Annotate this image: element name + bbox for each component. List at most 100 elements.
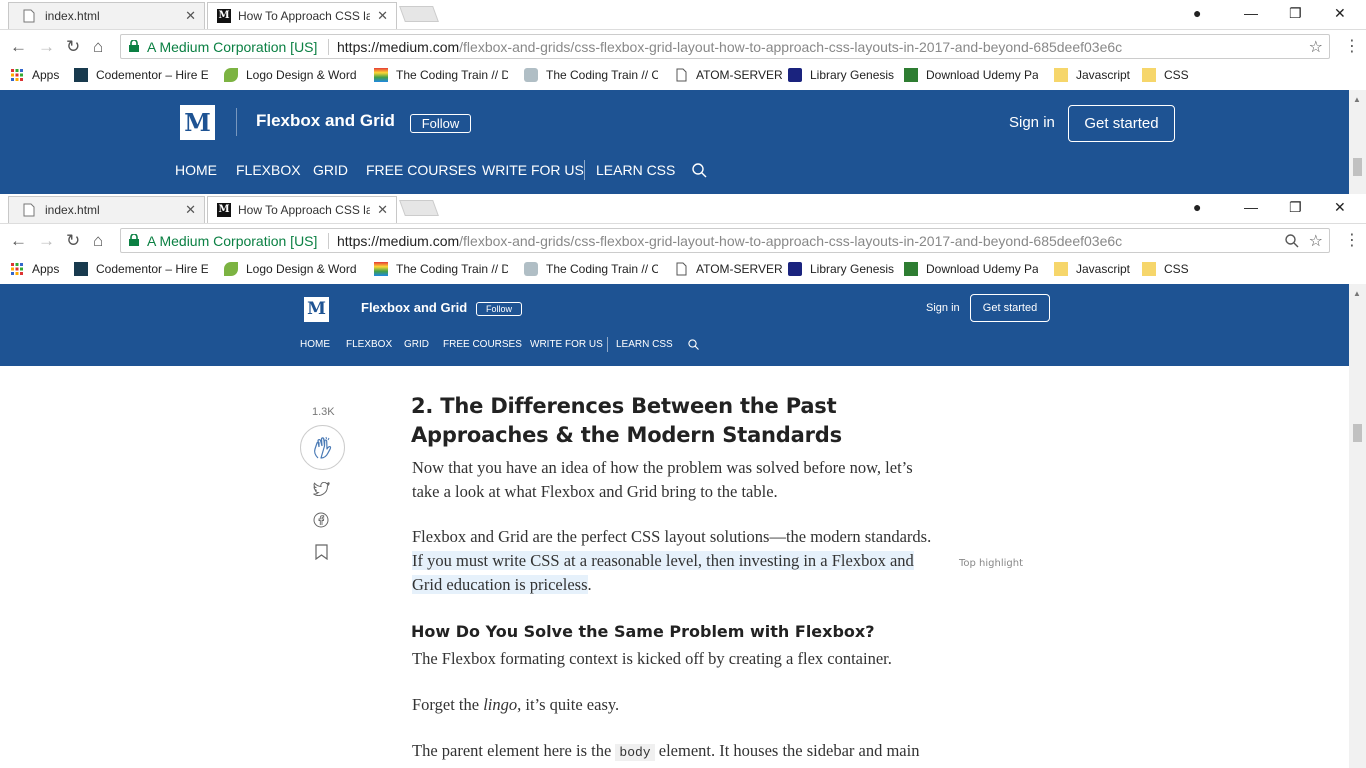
bookmark-logo-design[interactable]: Logo Design & Word — [224, 262, 358, 276]
bookmark-star-icon[interactable]: ☆ — [1309, 37, 1323, 57]
zoom-icon[interactable] — [1285, 234, 1299, 248]
scroll-up-arrow-icon[interactable]: ▲ — [1353, 95, 1361, 104]
bookmark-coding-train-c[interactable]: The Coding Train // C — [524, 262, 658, 276]
nav-grid[interactable]: GRID — [313, 162, 348, 178]
tab-strip: index.html ✕ M How To Approach CSS la ✕ … — [0, 0, 1366, 30]
bookmark-library-genesis[interactable]: Library Genesis — [788, 262, 894, 276]
publication-name[interactable]: Flexbox and Grid — [256, 111, 395, 131]
clap-button[interactable] — [300, 425, 345, 470]
follow-button[interactable]: Follow — [476, 302, 522, 316]
profile-icon[interactable]: ● — [1193, 199, 1201, 215]
search-icon[interactable] — [688, 339, 699, 350]
tab-strip: index.html ✕ M How To Approach CSS la ✕ … — [0, 194, 1366, 224]
close-tab-icon[interactable]: ✕ — [185, 202, 196, 218]
nav-write-for-us[interactable]: WRITE FOR US — [530, 339, 603, 350]
nav-flexbox[interactable]: FLEXBOX — [346, 339, 392, 350]
bookmark-udemy[interactable]: Download Udemy Pa — [904, 68, 1038, 82]
bookmark-icon[interactable] — [315, 544, 328, 560]
facebook-icon[interactable] — [313, 512, 329, 528]
tab-index-html[interactable]: index.html ✕ — [8, 196, 205, 223]
minimize-button[interactable]: — — [1244, 5, 1258, 21]
home-icon[interactable]: ⌂ — [93, 231, 103, 251]
bookmark-coding-train-d[interactable]: The Coding Train // D — [374, 262, 508, 276]
nav-home[interactable]: HOME — [175, 162, 217, 178]
medium-logo-icon[interactable]: M — [304, 297, 329, 322]
get-started-button[interactable]: Get started — [1068, 105, 1175, 142]
bookmark-codementor[interactable]: Codementor – Hire E — [74, 262, 208, 276]
back-arrow-icon[interactable]: ← — [10, 37, 27, 57]
bookmark-udemy[interactable]: Download Udemy Pa — [904, 262, 1038, 276]
tab-title: index.html — [45, 9, 100, 23]
address-bar[interactable]: A Medium Corporation [US] https://medium… — [120, 228, 1330, 253]
bookmark-folder-javascript[interactable]: Javascript — [1054, 68, 1130, 82]
reload-icon[interactable]: ↻ — [66, 37, 80, 57]
address-bar[interactable]: A Medium Corporation [US] https://medium… — [120, 34, 1330, 59]
scroll-up-arrow-icon[interactable]: ▲ — [1353, 289, 1361, 298]
close-window-button[interactable]: ✕ — [1334, 199, 1346, 216]
bookmark-atom-server[interactable]: ATOM-SERVER — [674, 68, 783, 82]
bookmark-folder-css[interactable]: CSS — [1142, 68, 1189, 82]
bookmark-logo-design[interactable]: Logo Design & Word — [224, 68, 358, 82]
bookmark-apps[interactable]: Apps — [10, 68, 59, 82]
home-icon[interactable]: ⌂ — [93, 37, 103, 57]
bookmark-atom-server[interactable]: ATOM-SERVER — [674, 262, 783, 276]
nav-learn-css[interactable]: LEARN CSS — [596, 162, 675, 178]
tab-medium-article[interactable]: M How To Approach CSS la ✕ — [207, 196, 397, 224]
nav-home[interactable]: HOME — [300, 339, 330, 350]
bookmark-coding-train-c[interactable]: The Coding Train // C — [524, 68, 658, 82]
tab-index-html[interactable]: index.html ✕ — [8, 2, 205, 29]
medium-logo-icon[interactable]: M — [180, 105, 215, 140]
bookmark-folder-css[interactable]: CSS — [1142, 262, 1189, 276]
twitter-icon[interactable] — [313, 482, 330, 496]
reload-icon[interactable]: ↻ — [66, 231, 80, 251]
sign-in-link[interactable]: Sign in — [1009, 114, 1055, 131]
lock-icon — [129, 234, 139, 246]
publication-name[interactable]: Flexbox and Grid — [361, 300, 467, 315]
bookmark-star-icon[interactable]: ☆ — [1309, 231, 1323, 251]
chrome-menu-icon[interactable]: ⋮ — [1344, 36, 1360, 56]
bookmark-library-genesis[interactable]: Library Genesis — [788, 68, 894, 82]
bookmarks-bar: Apps Codementor – Hire E Logo Design & W… — [0, 62, 1366, 90]
close-window-button[interactable]: ✕ — [1334, 5, 1346, 22]
chrome-menu-icon[interactable]: ⋮ — [1344, 230, 1360, 250]
bookmark-coding-train-d[interactable]: The Coding Train // D — [374, 68, 508, 82]
nav-free-courses[interactable]: FREE COURSES — [443, 339, 522, 350]
profile-icon[interactable]: ● — [1193, 5, 1201, 21]
back-arrow-icon[interactable]: ← — [10, 231, 27, 251]
scrollbar-thumb[interactable] — [1353, 424, 1362, 442]
bookmark-folder-javascript[interactable]: Javascript — [1054, 262, 1130, 276]
new-tab-button[interactable] — [399, 200, 439, 216]
scrollbar-thumb[interactable] — [1353, 158, 1362, 176]
codementor-icon — [74, 262, 88, 276]
get-started-button[interactable]: Get started — [970, 294, 1050, 322]
bookmark-apps[interactable]: Apps — [10, 262, 59, 276]
close-tab-icon[interactable]: ✕ — [377, 202, 388, 218]
folder-icon — [1054, 68, 1068, 82]
nav-flexbox[interactable]: FLEXBOX — [236, 162, 301, 178]
nav-free-courses[interactable]: FREE COURSES — [366, 162, 476, 178]
close-tab-icon[interactable]: ✕ — [185, 8, 196, 24]
minimize-button[interactable]: — — [1244, 199, 1258, 215]
sign-in-link[interactable]: Sign in — [926, 302, 960, 314]
paragraph: Forget the lingo, it’s quite easy. — [412, 695, 620, 714]
train-icon — [524, 68, 538, 82]
nav-write-for-us[interactable]: WRITE FOR US — [482, 162, 584, 178]
bookmark-codementor[interactable]: Codementor – Hire E — [74, 68, 208, 82]
restore-button[interactable]: ❐ — [1289, 199, 1302, 216]
follow-button[interactable]: Follow — [410, 114, 471, 133]
apps-grid-icon — [11, 263, 23, 275]
forward-arrow-icon[interactable]: → — [38, 37, 55, 57]
nav-grid[interactable]: GRID — [404, 339, 429, 350]
search-icon[interactable] — [692, 163, 707, 178]
page-scrollbar[interactable]: ▲ — [1349, 90, 1366, 194]
page-scrollbar[interactable]: ▲ — [1349, 284, 1366, 768]
nav-learn-css[interactable]: LEARN CSS — [616, 339, 673, 350]
divider — [328, 39, 329, 55]
close-tab-icon[interactable]: ✕ — [377, 8, 388, 24]
restore-button[interactable]: ❐ — [1289, 5, 1302, 22]
highlighted-text[interactable]: If you must write CSS at a reasonable le… — [412, 551, 914, 594]
tab-medium-article[interactable]: M How To Approach CSS la ✕ — [207, 2, 397, 30]
browser-toolbar: ← → ↻ ⌂ A Medium Corporation [US] https:… — [0, 29, 1366, 62]
new-tab-button[interactable] — [399, 6, 439, 22]
forward-arrow-icon[interactable]: → — [38, 231, 55, 251]
